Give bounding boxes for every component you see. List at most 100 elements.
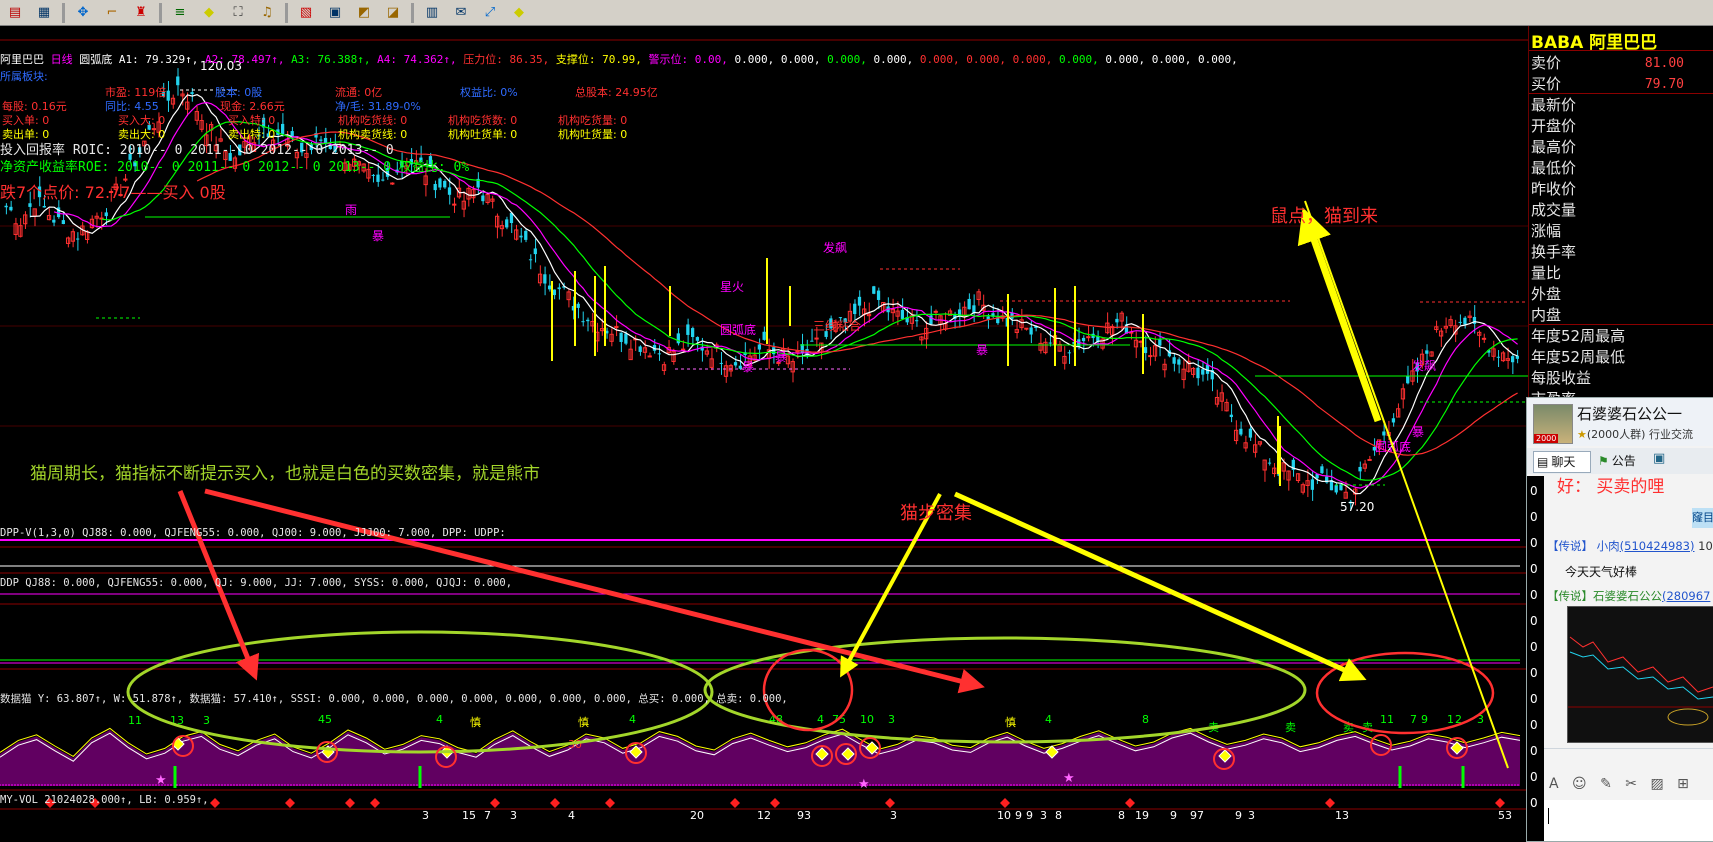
message-icon[interactable]: ✉	[450, 3, 472, 23]
screenshot-icon[interactable]: ✂	[1625, 776, 1637, 792]
strip-value: 0	[1530, 744, 1538, 758]
cat-bottom-mark: 7	[484, 809, 491, 822]
strip-value: 0	[1530, 718, 1538, 732]
candle-body	[876, 290, 881, 300]
candle-body	[1367, 458, 1372, 461]
candle-body	[900, 309, 905, 319]
candle-body	[390, 182, 395, 185]
strip-value: 0	[1530, 692, 1538, 706]
indicator-icon[interactable]: ≡	[169, 3, 191, 23]
candle-body	[371, 174, 375, 176]
bell-icon[interactable]: ♫	[256, 3, 278, 23]
header-segment: 阿里巴巴	[0, 53, 51, 66]
image-icon[interactable]: ▣	[1653, 451, 1677, 471]
chat-header: 2000 石婆婆石公公一 ★(2000人群) 行业交流	[1527, 398, 1713, 446]
cat-bottom-mark: 9	[1015, 809, 1022, 822]
header-segment: 0.000,	[1059, 53, 1105, 66]
msg-author[interactable]: 小肉	[1597, 539, 1620, 553]
bracket-icon[interactable]: ⛶	[227, 3, 249, 23]
magic-icon[interactable]: ✎	[1600, 776, 1612, 792]
fundamental-value: 卖出特: 0	[228, 127, 275, 141]
header-segment: 0.000,	[966, 53, 1012, 66]
candle-body	[614, 326, 619, 329]
candle-body	[1172, 357, 1176, 364]
quote-label: 年度52周最低	[1531, 348, 1626, 366]
candle-body	[1024, 327, 1029, 330]
msg-author-id[interactable]: (510424983)	[1620, 539, 1695, 553]
emoji-icon[interactable]: ☺	[1572, 776, 1587, 792]
chart-label: 暴	[1412, 425, 1424, 439]
header-segment: 压力位: 86.35,	[463, 52, 556, 66]
period-icon[interactable]: ▦	[33, 3, 55, 23]
cat-bottom-mark: 53	[1498, 809, 1512, 822]
msg-author[interactable]: 石婆婆石公公	[1593, 589, 1662, 603]
candle-body	[281, 123, 285, 134]
strip-value: 0	[1530, 510, 1538, 524]
thumbnail-chart	[1568, 636, 1713, 726]
cat-mark: 3	[203, 714, 210, 727]
candle-body	[524, 230, 528, 240]
chart-label: 圆弧底	[720, 322, 756, 337]
candle-body	[972, 305, 976, 313]
chart-label: 57.20	[1340, 500, 1374, 514]
fundamental-value: 卖出单: 0	[2, 127, 49, 141]
ruler-icon[interactable]: ◩	[353, 3, 375, 23]
strip-value: 0	[1530, 666, 1538, 680]
candle-body	[1177, 359, 1181, 365]
msg-author-id[interactable]: (280967	[1662, 589, 1710, 603]
msg-time: 10	[1698, 539, 1713, 553]
quote-row: 成交量	[1529, 200, 1713, 221]
crosshair-icon[interactable]: ✥	[72, 3, 94, 23]
fundamental-value: 买入特: 0	[228, 113, 275, 127]
side-tab[interactable]: 窿目	[1692, 508, 1713, 528]
candle-body	[176, 76, 180, 86]
window-icon[interactable]: ▣	[324, 3, 346, 23]
picture-icon[interactable]: ▨	[1650, 776, 1663, 792]
draw-line-icon[interactable]: ⌐	[101, 3, 123, 23]
alert-icon[interactable]: ♜	[130, 3, 152, 23]
ruler2-icon[interactable]: ◪	[382, 3, 404, 23]
quote-label: 换手率	[1531, 243, 1577, 261]
tab-chat[interactable]: ▤ 聊天	[1533, 451, 1591, 473]
more-icon[interactable]: ⊞	[1677, 776, 1689, 792]
candle-body	[857, 296, 862, 306]
candle-body	[76, 238, 80, 240]
zoom-icon[interactable]: ⤢	[479, 3, 501, 23]
font-icon[interactable]: A	[1549, 776, 1559, 792]
indicator-header: 阿里巴巴 日线 圆弧底 A1: 79.329↑, A2: 78.497↑, A3…	[0, 52, 1238, 66]
fundamental-value: 卖出大: 0	[118, 127, 165, 141]
candle-body	[624, 333, 628, 344]
cat-mark: 45	[318, 713, 332, 726]
candle-body	[676, 333, 680, 344]
table-icon[interactable]: ▥	[421, 3, 443, 23]
quote-row: 年度52周最低	[1529, 347, 1713, 368]
cat-mark: 4	[1045, 713, 1052, 726]
candle-body	[690, 328, 695, 338]
candle-body	[1310, 479, 1315, 490]
candle-body	[28, 203, 32, 207]
strip-value: 0	[1530, 536, 1538, 550]
tab-notice[interactable]: ⚑ 公告	[1595, 451, 1647, 471]
candlestick-icon[interactable]: ▧	[295, 3, 317, 23]
message-input[interactable]	[1544, 800, 1713, 841]
star-icon: ★	[1577, 428, 1587, 441]
diamond-icon[interactable]: ◆	[198, 3, 220, 23]
cat-bottom-mark: 93	[797, 809, 811, 822]
candle-body	[1267, 462, 1272, 464]
msg-tag: 【传说】	[1547, 589, 1593, 603]
quote-row: 年度52周最高	[1529, 326, 1713, 347]
fundamental-value: 机构吃货量: 0	[558, 113, 627, 127]
group-sub-text: (2000人群) 行业交流	[1586, 428, 1693, 441]
candle-body	[1048, 342, 1052, 344]
cat-bottom-mark: 9	[1026, 809, 1033, 822]
quote-label: 卖价	[1531, 54, 1562, 72]
toolbar-separator	[285, 2, 288, 23]
chart-label: 暴	[372, 229, 384, 243]
diamond2-icon[interactable]: ◆	[508, 3, 530, 23]
group-avatar[interactable]: 2000	[1533, 404, 1573, 444]
main-chart-area[interactable]: 120.0357.20三线粘合星火圆弧底圆弧底发飙发飙雨暴暴暴暴暴 ★★★ 11…	[0, 26, 1528, 840]
chart-thumbnail[interactable]	[1567, 606, 1713, 743]
chart-icon[interactable]: ▤	[4, 3, 26, 23]
candle-body	[557, 287, 561, 290]
chat-panel[interactable]: 2000 石婆婆石公公一 ★(2000人群) 行业交流 ▤ 聊天 ⚑ 公告 ▣ 0 0…	[1526, 397, 1713, 842]
